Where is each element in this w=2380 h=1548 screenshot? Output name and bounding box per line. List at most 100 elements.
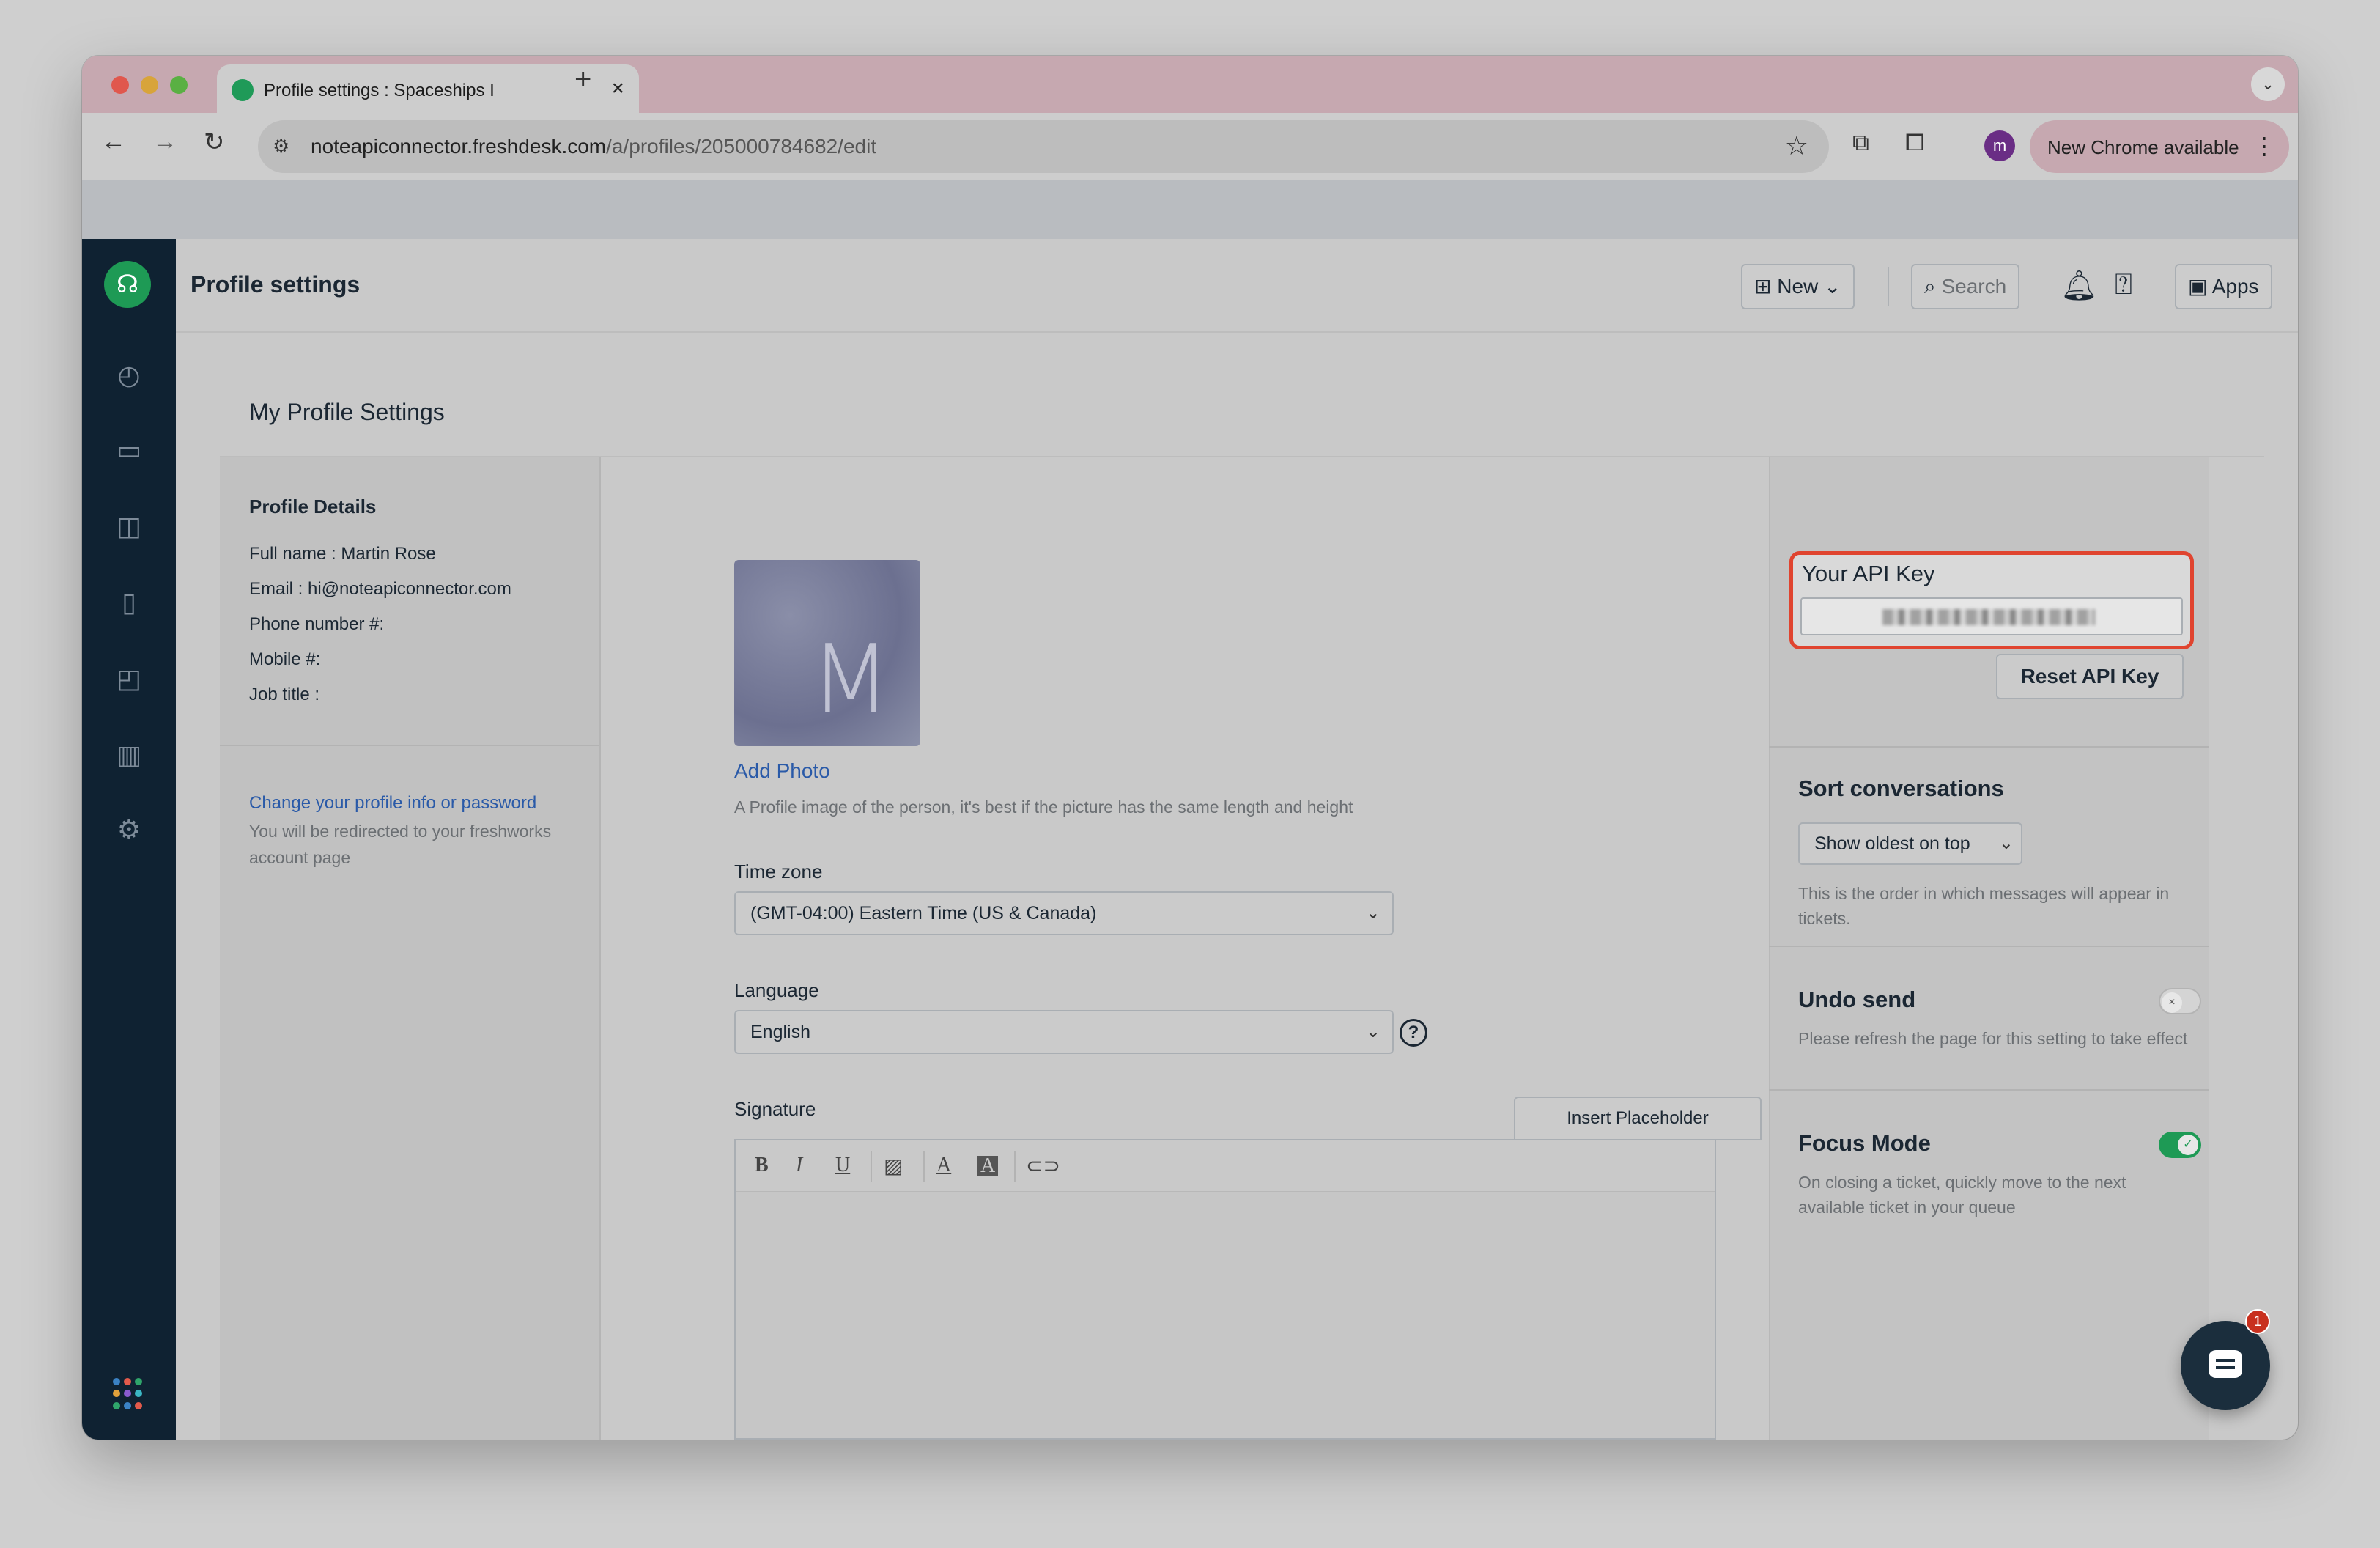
reset-api-key-button[interactable]: Reset API Key — [1996, 654, 2184, 699]
forums-icon[interactable]: ◰ — [111, 661, 147, 696]
mobile-row: Mobile #: — [249, 649, 321, 669]
language-help-icon[interactable]: ? — [1400, 1019, 1427, 1047]
new-label: New — [1777, 275, 1819, 298]
apps-label: Apps — [2211, 275, 2259, 298]
apps-icon: ▣ — [2188, 275, 2212, 298]
header-divider — [1888, 267, 1889, 306]
bookmark-strip — [82, 180, 2298, 239]
change-profile-link[interactable]: Change your profile info or password — [249, 793, 536, 814]
notifications-bell-icon[interactable]: 🔔︎ — [2061, 268, 2098, 303]
undo-send-heading: Undo send — [1798, 987, 1916, 1012]
back-arrow-icon[interactable]: ← — [101, 128, 126, 156]
phone-row: Phone number #: — [249, 614, 385, 634]
add-photo-link[interactable]: Add Photo — [734, 759, 830, 783]
admin-gear-icon[interactable]: ⚙ — [111, 812, 147, 847]
apps-button[interactable]: ▣ Apps — [2175, 264, 2272, 309]
undo-send-note: Please refresh the page for this setting… — [1798, 1029, 2188, 1048]
maximize-window-button[interactable] — [170, 76, 188, 94]
api-key-highlight: Your API Key — [1789, 551, 2194, 649]
new-chrome-available-button[interactable]: New Chrome available ⋮ — [2030, 120, 2289, 173]
full-name-row: Full name : Martin Rose — [249, 544, 436, 564]
chat-widget-button[interactable] — [2181, 1321, 2270, 1410]
signature-label: Signature — [734, 1098, 816, 1120]
profile-photo[interactable]: M — [734, 560, 920, 746]
search-button[interactable]: ⌕ Search — [1911, 264, 2020, 309]
search-icon: ⌕ — [1924, 275, 1942, 298]
focus-mode-toggle[interactable]: ✓ — [2159, 1132, 2201, 1158]
help-icon[interactable]: ⍰ — [2115, 268, 2132, 301]
new-tab-icon[interactable]: + — [574, 63, 591, 96]
toolbar-divider — [871, 1151, 872, 1182]
search-label: Search — [1941, 275, 2007, 298]
chevron-down-icon: ⌄ — [1365, 903, 1381, 923]
forward-arrow-icon[interactable]: → — [152, 128, 177, 156]
underline-icon[interactable]: U — [835, 1154, 850, 1177]
bold-icon[interactable]: B — [755, 1154, 769, 1177]
close-window-button[interactable] — [111, 76, 129, 94]
dashboard-icon[interactable]: ◴ — [111, 358, 147, 393]
italic-icon[interactable]: I — [796, 1154, 802, 1177]
page-title: Profile settings — [191, 271, 361, 298]
reports-icon[interactable]: ▥ — [111, 737, 147, 773]
divider — [220, 745, 599, 746]
photo-initial: M — [810, 625, 891, 734]
sort-conversations-select[interactable]: Show oldest on top ⌄ — [1798, 822, 2022, 865]
reload-icon[interactable]: ↻ — [204, 128, 225, 157]
extension-icon[interactable]: ⧉ — [1852, 129, 1869, 157]
undo-send-toggle[interactable]: × — [2159, 988, 2201, 1014]
email-row: Email : hi@noteapiconnector.com — [249, 579, 511, 599]
language-select[interactable]: English ⌄ — [734, 1010, 1394, 1054]
chat-bubble-icon — [2209, 1350, 2242, 1378]
toolbar-divider — [1014, 1151, 1016, 1182]
toggle-off-x-icon: × — [2162, 992, 2182, 1013]
sort-value: Show oldest on top — [1814, 833, 1970, 854]
insert-link-icon[interactable]: ⊂⊃ — [1026, 1154, 1060, 1178]
bookmark-star-icon[interactable]: ☆ — [1785, 130, 1808, 161]
address-bar[interactable]: ⚙ noteapiconnector.freshdesk.com/a/profi… — [258, 120, 1829, 173]
freshdesk-logo-icon[interactable]: ☊ — [104, 261, 151, 308]
api-key-label: Your API Key — [1802, 561, 1935, 586]
insert-image-icon[interactable]: ▨ — [884, 1154, 903, 1179]
language-label: Language — [734, 979, 819, 1001]
app-header: Profile settings ⊞ New ⌄ ⌕ Search 🔔︎ ⍰ ▣… — [176, 239, 2298, 333]
time-zone-value: (GMT-04:00) Eastern Time (US & Canada) — [750, 903, 1097, 924]
new-chrome-label: New Chrome available — [2047, 136, 2239, 158]
toolbar-divider — [923, 1151, 925, 1182]
sort-conversations-heading: Sort conversations — [1798, 775, 2004, 801]
contacts-icon[interactable]: ◫ — [111, 509, 147, 544]
focus-mode-note: On closing a ticket, quickly move to the… — [1798, 1173, 2126, 1217]
background-color-icon[interactable]: A — [978, 1156, 999, 1176]
language-value: English — [750, 1022, 810, 1042]
insert-placeholder-button[interactable]: Insert Placeholder — [1514, 1096, 1762, 1140]
close-tab-icon[interactable]: × — [611, 76, 624, 101]
site-settings-icon[interactable]: ⚙ — [273, 135, 289, 158]
tickets-icon[interactable]: ▭ — [111, 432, 147, 468]
plus-square-icon: ⊞ — [1754, 275, 1778, 298]
profile-details-heading: Profile Details — [249, 495, 377, 517]
knowledge-base-icon[interactable]: ▯ — [111, 585, 147, 620]
tab-title: Profile settings : Spaceships I — [264, 81, 495, 100]
signature-editor[interactable]: B I U ▨ A A ⊂⊃ — [734, 1139, 1716, 1440]
chevron-down-icon: ⌄ — [1998, 833, 2014, 853]
kebab-menu-icon[interactable]: ⋮ — [2252, 132, 2276, 160]
chrome-profile-avatar[interactable]: m — [1984, 130, 2015, 161]
profile-details-panel: Profile Details Full name : Martin Rose … — [220, 457, 601, 1440]
apps-grid-icon[interactable] — [113, 1378, 145, 1410]
new-button[interactable]: ⊞ New ⌄ — [1741, 264, 1855, 309]
time-zone-select[interactable]: (GMT-04:00) Eastern Time (US & Canada) ⌄ — [734, 891, 1394, 935]
job-title-row: Job title : — [249, 685, 320, 704]
minimize-window-button[interactable] — [141, 76, 158, 94]
chevron-down-icon: ⌄ — [1818, 275, 1841, 298]
editor-toolbar: B I U ▨ A A ⊂⊃ — [736, 1140, 1715, 1192]
freshdesk-favicon-icon — [232, 79, 254, 101]
api-key-field[interactable] — [1800, 597, 2183, 635]
tab-search-chevron-icon[interactable]: ⌄ — [2251, 67, 2285, 101]
sort-note: This is the order in which messages will… — [1798, 884, 2170, 928]
redirect-note: You will be redirected to your freshwork… — [249, 822, 552, 867]
font-color-icon[interactable]: A — [936, 1154, 951, 1177]
url-text: noteapiconnector.freshdesk.com/a/profile… — [311, 135, 877, 158]
puzzle-extensions-icon[interactable]: ⧠ — [1905, 129, 1924, 157]
photo-hint: A Profile image of the person, it's best… — [734, 797, 1353, 817]
section-title: My Profile Settings — [249, 399, 445, 425]
divider — [1769, 946, 2209, 947]
